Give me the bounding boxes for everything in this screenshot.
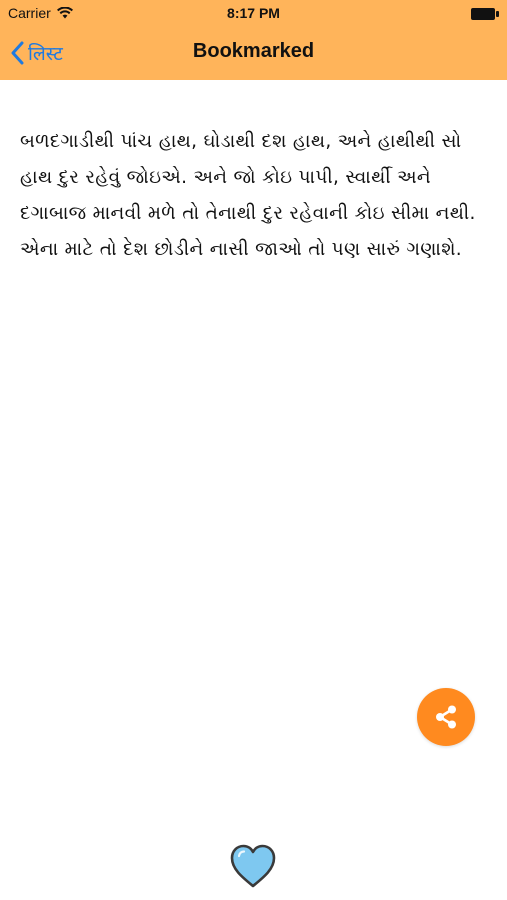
status-time: 8:17 PM	[227, 5, 280, 21]
screen: Carrier 8:17 PM लिस्ट Bookmarked બળદગાડી…	[0, 0, 507, 900]
share-icon	[432, 703, 460, 731]
bookmark-heart-button[interactable]	[228, 842, 278, 890]
heart-icon	[228, 842, 278, 890]
share-button[interactable]	[417, 688, 475, 746]
page-title: Bookmarked	[192, 40, 315, 62]
status-bar: Carrier 8:17 PM	[0, 0, 507, 28]
quote-text: બળદગાડીથી પાંચ હાથ, ઘોડાથી દશ હાથ, અને હ…	[20, 131, 476, 260]
header: Carrier 8:17 PM लिस्ट Bookmarked	[0, 0, 507, 80]
battery-icon	[471, 8, 499, 20]
bottom-toolbar	[0, 830, 507, 900]
navigation-bar: लिस्ट Bookmarked	[0, 28, 507, 80]
